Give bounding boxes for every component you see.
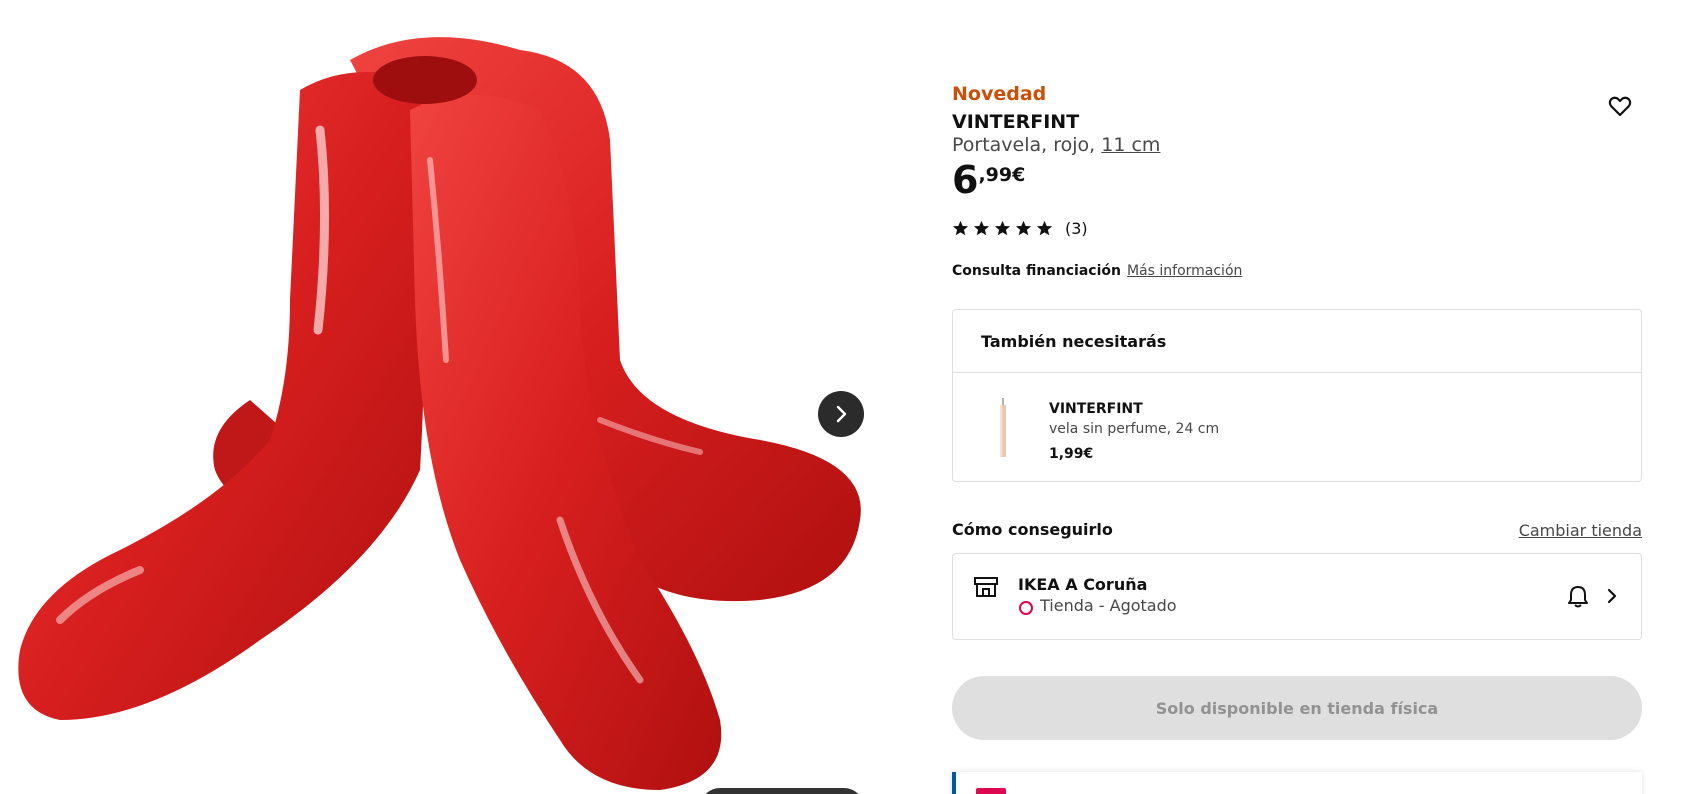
store-availability-row[interactable]: IKEA A Coruña Tienda - Agotado [952, 553, 1642, 640]
also-needed-item-name: VINTERFINT [1049, 401, 1143, 417]
also-needed-box: También necesitarás VINTERFINT vela sin … [952, 309, 1642, 482]
availability-title: Cómo conseguirlo [952, 520, 1113, 539]
change-store-link[interactable]: Cambiar tienda [1519, 521, 1642, 540]
star-icon [994, 220, 1011, 236]
financing-label: Consulta financiación [952, 263, 1121, 279]
gallery-control-pill[interactable] [700, 788, 864, 794]
product-description-text: Portavela, rojo, [952, 134, 1102, 156]
chevron-right-icon [1607, 588, 1617, 604]
bell-icon[interactable] [1567, 584, 1589, 608]
heart-icon[interactable] [1607, 93, 1633, 119]
product-size-link[interactable]: 11 cm [1101, 134, 1160, 156]
also-needed-item-price: 1,99€ [1049, 446, 1094, 462]
also-needed-title: También necesitarás [981, 332, 1167, 351]
star-icon [1036, 220, 1053, 236]
star-icon [1015, 220, 1032, 236]
financing-info-link[interactable]: Más información [1127, 263, 1242, 279]
product-info-panel: Novedad VINTERFINT Portavela, rojo, 11 c… [952, 0, 1642, 794]
price-integer: 6 [952, 158, 979, 202]
candle-thumbnail [1000, 398, 1006, 457]
out-of-stock-indicator [1019, 601, 1033, 615]
promo-banner [952, 772, 1642, 794]
chevron-right-icon [836, 405, 847, 423]
store-name: IKEA A Coruña [1018, 575, 1148, 594]
new-badge: Novedad [952, 83, 1047, 105]
store-icon [974, 577, 998, 597]
product-rating[interactable]: (3) [952, 219, 1088, 238]
product-page: Novedad VINTERFINT Portavela, rojo, 11 c… [0, 0, 1683, 794]
product-price: 6 ,99€ [952, 158, 1025, 202]
financing-row: Consulta financiación Más información [952, 263, 1242, 279]
next-image-button[interactable] [818, 391, 864, 437]
price-decimal: ,99€ [978, 164, 1026, 186]
rating-count: (3) [1065, 219, 1088, 238]
also-needed-item-description: vela sin perfume, 24 cm [1049, 421, 1220, 437]
product-description: Portavela, rojo, 11 cm [952, 134, 1160, 156]
buy-button-disabled[interactable]: Solo disponible en tienda física [952, 676, 1642, 740]
star-icon [973, 220, 990, 236]
product-image [18, 37, 861, 790]
also-needed-item[interactable]: VINTERFINT vela sin perfume, 24 cm 1,99€ [953, 373, 1641, 481]
product-gallery [0, 0, 890, 794]
promo-banner-text [976, 788, 1006, 794]
star-icon [952, 220, 969, 236]
product-name: VINTERFINT [952, 111, 1080, 133]
store-status: Tienda - Agotado [1040, 596, 1177, 615]
